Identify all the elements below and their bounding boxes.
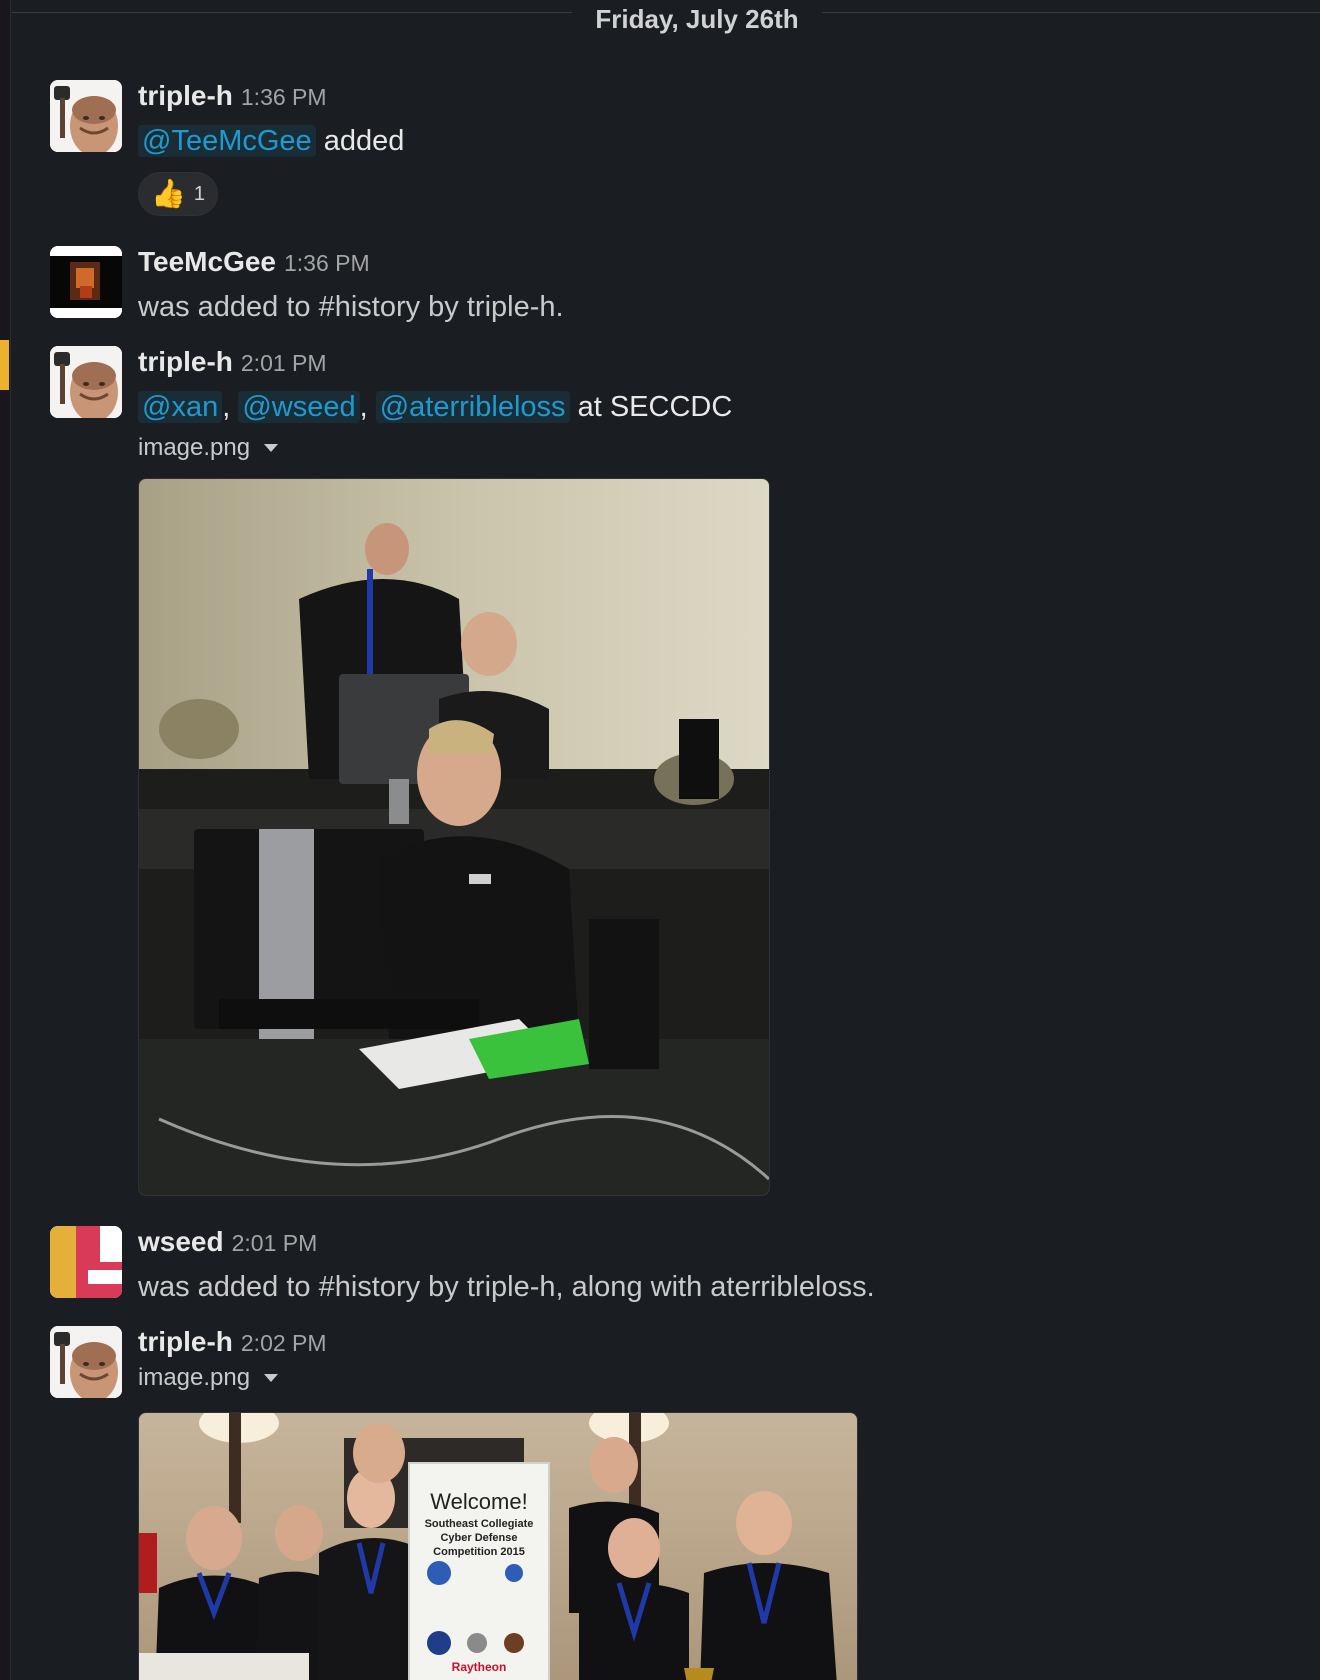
user-mention[interactable]: @aterribleloss [375, 391, 570, 423]
message-text: added [323, 125, 405, 157]
user-mention[interactable]: @TeeMcGee [138, 125, 316, 157]
avatar[interactable] [50, 80, 122, 152]
banner-sponsor: Raytheon [452, 1660, 507, 1674]
reaction-count: 1 [193, 182, 205, 205]
timestamp[interactable]: 2:01 PM [232, 1230, 318, 1257]
channel-message-pane: Friday, July 26th triple-h 1:36 PM @TeeM… [0, 0, 1320, 1680]
author-name[interactable]: triple-h [138, 80, 233, 112]
author-name[interactable]: TeeMcGee [138, 246, 276, 278]
message-item[interactable]: wseed 2:01 PM was added to #history by t… [50, 1226, 1320, 1316]
avatar[interactable] [50, 1226, 122, 1298]
banner-line-3: Cyber Defense [440, 1532, 517, 1544]
user-mention[interactable]: @wseed [238, 391, 360, 423]
avatar-image [50, 1226, 122, 1298]
avatar-image [50, 80, 122, 152]
banner-line-4: Competition 2015 [433, 1546, 525, 1558]
message-item[interactable]: triple-h 2:01 PM @xan, @wseed, @aterribl… [50, 346, 1320, 1206]
avatar-image [50, 346, 122, 418]
image-attachment[interactable]: Welcome! Southeast Collegiate Cyber Defe… [138, 1412, 858, 1680]
reaction-pill[interactable]: 👍 1 [138, 172, 218, 216]
separator: , [359, 391, 376, 423]
photo-team-group: Welcome! Southeast Collegiate Cyber Defe… [139, 1413, 857, 1680]
user-mention[interactable]: @xan [138, 391, 223, 423]
separator: , [222, 391, 239, 423]
sidebar-edge [0, 0, 11, 1680]
avatar-image [50, 1326, 122, 1398]
system-message-text: was added to #history by triple-h. [138, 291, 564, 323]
banner-line-2: Southeast Collegiate [425, 1518, 534, 1530]
avatar[interactable] [50, 246, 122, 318]
avatar[interactable] [50, 346, 122, 418]
author-name[interactable]: triple-h [138, 346, 233, 378]
message-item[interactable]: triple-h 1:36 PM @TeeMcGee added 👍 1 [50, 80, 1320, 230]
message-text: at SECCDC [577, 391, 733, 423]
unread-marker [0, 340, 9, 390]
message-item[interactable]: triple-h 2:02 PM image.png Welcome! Sout… [50, 1326, 1320, 1680]
file-name-toggle[interactable]: image.png [138, 1358, 1320, 1398]
timestamp[interactable]: 2:01 PM [241, 350, 327, 377]
author-name[interactable]: triple-h [138, 1326, 233, 1358]
thumbs-up-icon: 👍 [151, 178, 186, 209]
banner-welcome: Welcome! [430, 1489, 527, 1514]
caret-down-icon [264, 1374, 279, 1382]
image-attachment[interactable] [138, 478, 770, 1196]
avatar[interactable] [50, 1326, 122, 1398]
timestamp[interactable]: 2:02 PM [241, 1330, 327, 1357]
file-name-toggle[interactable]: image.png [138, 428, 1320, 468]
date-divider-label[interactable]: Friday, July 26th [572, 0, 822, 38]
timestamp[interactable]: 1:36 PM [284, 250, 370, 277]
date-divider: Friday, July 26th [12, 0, 1320, 40]
photo-computer-lab [139, 479, 769, 1195]
system-message-text: was added to #history by triple-h, along… [138, 1271, 875, 1303]
caret-down-icon [264, 444, 279, 452]
file-name: image.png [138, 1364, 251, 1391]
message-item[interactable]: TeeMcGee 1:36 PM was added to #history b… [50, 246, 1320, 336]
author-name[interactable]: wseed [138, 1226, 224, 1258]
avatar-image [50, 246, 122, 318]
file-name: image.png [138, 434, 251, 461]
timestamp[interactable]: 1:36 PM [241, 84, 327, 111]
